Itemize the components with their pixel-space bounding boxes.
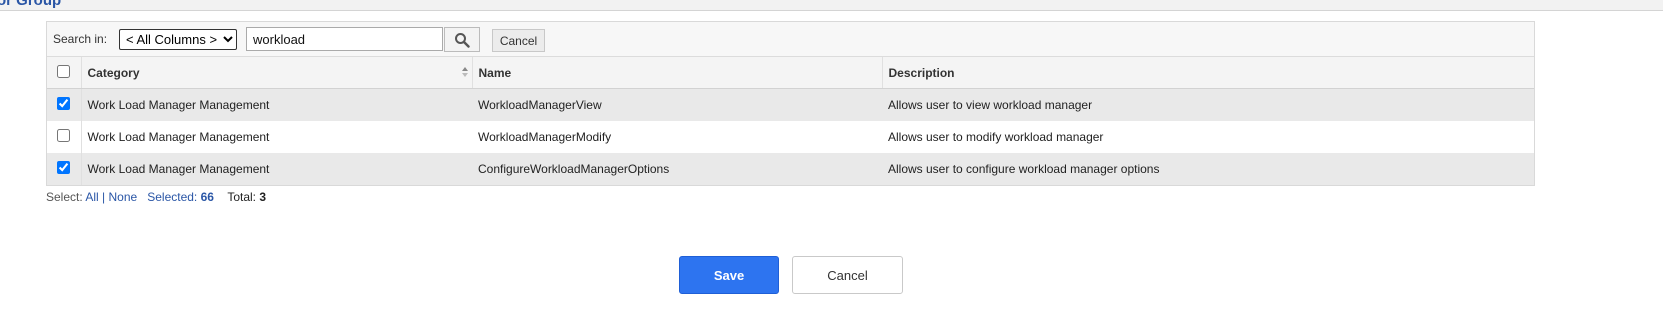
search-column-select[interactable]: < All Columns > (119, 29, 237, 50)
table-row[interactable]: Work Load Manager Management ConfigureWo… (47, 153, 1534, 185)
permissions-grid: Search in: < All Columns > Cancel (46, 21, 1535, 186)
column-header-label: Category (87, 65, 140, 80)
search-cancel-button[interactable]: Cancel (492, 29, 545, 52)
table-header-row: Category Name Description (47, 57, 1534, 89)
category-cell: Work Load Manager Management (81, 121, 472, 153)
section-title: for Group (0, 0, 62, 9)
selected-label: Selected: (147, 190, 198, 204)
name-cell: WorkloadManagerModify (472, 121, 882, 153)
row-checkbox-cell (47, 88, 82, 121)
results-table: Category Name Description Work Load Mana… (47, 57, 1534, 185)
select-all-cell (47, 57, 82, 89)
table-row[interactable]: Work Load Manager Management WorkloadMan… (47, 88, 1534, 121)
row-checkbox-cell (47, 153, 82, 185)
selection-summary: Select: All | None Selected: 66 Total: 3 (46, 190, 266, 204)
row-checkbox[interactable] (57, 161, 71, 174)
search-button[interactable] (444, 27, 480, 52)
select-all-link[interactable]: All (85, 190, 98, 204)
search-in-label: Search in: (53, 32, 108, 46)
column-header-description[interactable]: Description (882, 57, 1534, 89)
row-checkbox[interactable] (57, 97, 71, 110)
column-header-name[interactable]: Name (472, 57, 883, 89)
column-header-label: Name (478, 65, 512, 80)
total-count: 3 (259, 190, 267, 204)
select-none-link[interactable]: None (109, 190, 138, 204)
search-icon (455, 32, 470, 48)
table-row[interactable]: Work Load Manager Management WorkloadMan… (47, 121, 1534, 153)
category-cell: Work Load Manager Management (81, 88, 472, 121)
select-separator: | (102, 190, 106, 204)
description-cell: Allows user to view workload manager (882, 88, 1534, 121)
category-cell: Work Load Manager Management (81, 153, 472, 185)
row-checkbox[interactable] (57, 129, 71, 142)
select-all-checkbox[interactable] (57, 64, 71, 78)
description-cell: Allows user to modify workload manager (882, 121, 1534, 153)
select-label: Select: (46, 190, 83, 204)
name-cell: ConfigureWorkloadManagerOptions (472, 153, 882, 185)
column-header-category[interactable]: Category (81, 57, 473, 89)
description-cell: Allows user to configure workload manage… (882, 153, 1534, 185)
column-header-label: Description (888, 65, 955, 80)
selected-count: 66 (200, 190, 214, 204)
cancel-button[interactable]: Cancel (792, 256, 903, 294)
search-input[interactable] (246, 27, 443, 51)
row-checkbox-cell (47, 121, 82, 153)
search-toolbar: Search in: < All Columns > Cancel (47, 22, 1534, 57)
total-label: Total: (227, 190, 256, 204)
top-header-bar: for Group (0, 0, 1663, 11)
sort-arrows-icon (461, 67, 468, 77)
save-button[interactable]: Save (679, 256, 779, 294)
name-cell: WorkloadManagerView (472, 88, 882, 121)
